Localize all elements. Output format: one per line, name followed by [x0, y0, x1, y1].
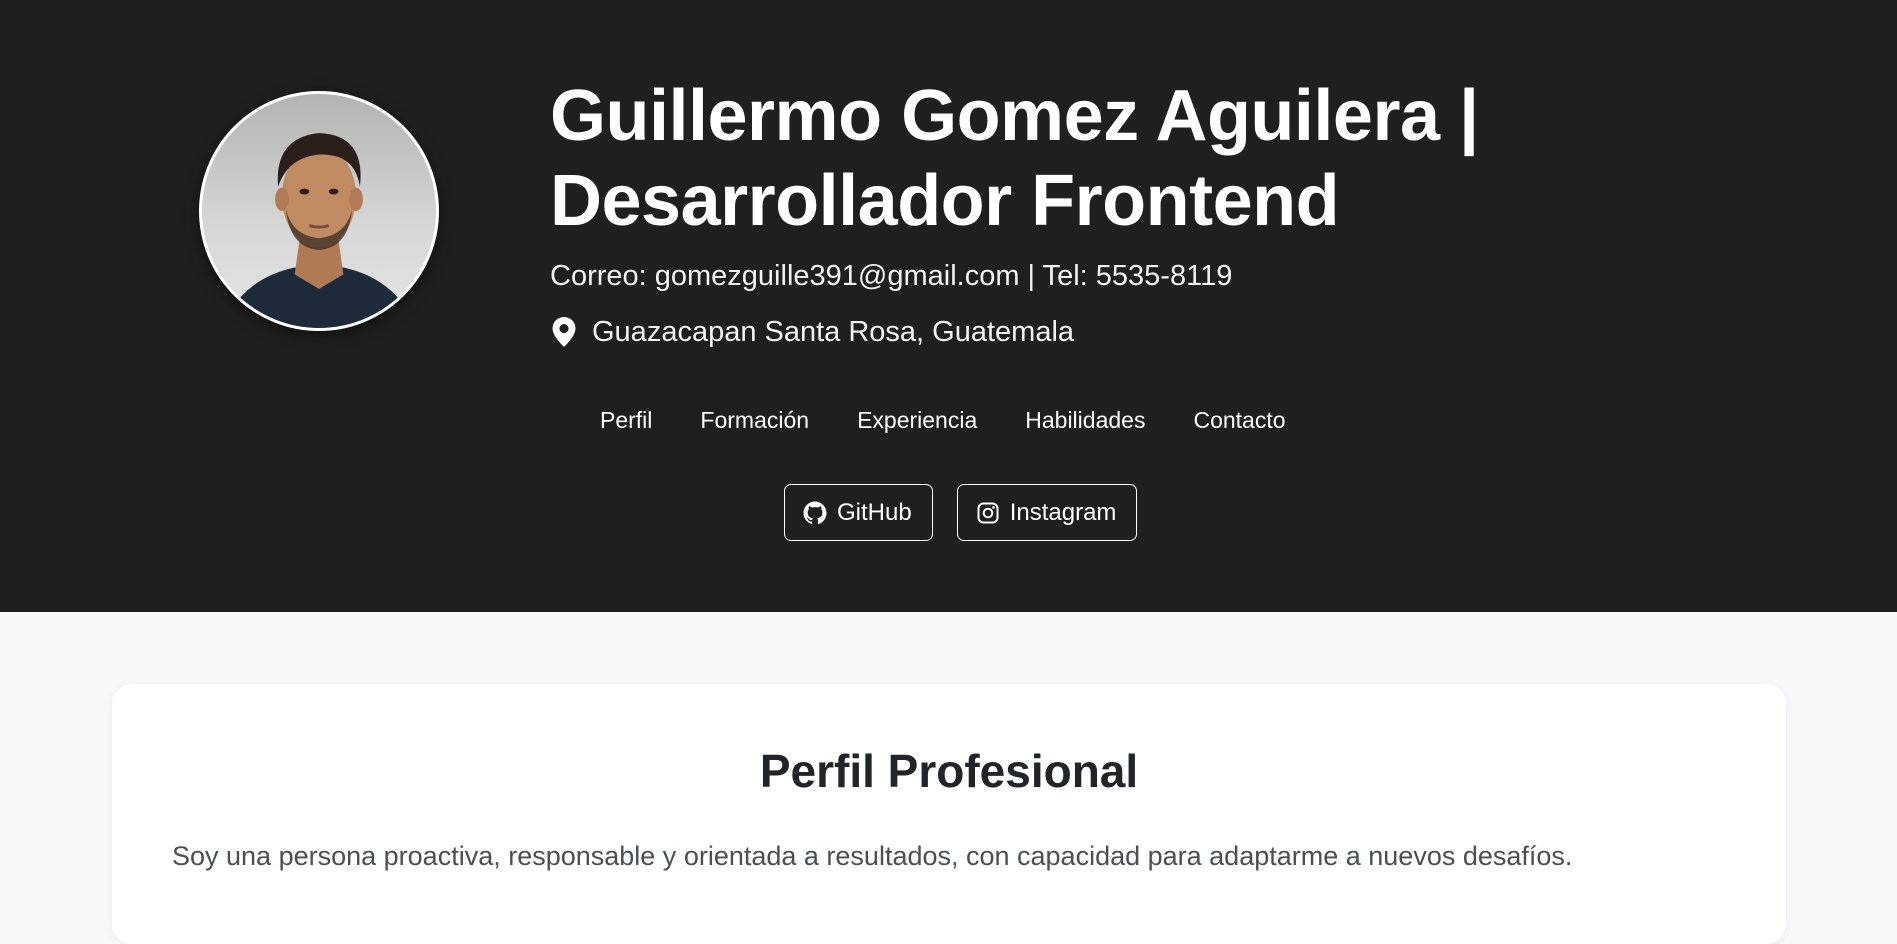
page-title: Guillermo Gomez Aguilera | Desarrollador… — [550, 74, 1700, 244]
nav-item-habilidades[interactable]: Habilidades — [1025, 407, 1145, 434]
github-icon — [803, 501, 827, 524]
nav-item-perfil[interactable]: Perfil — [600, 407, 652, 434]
contact-info: Correo: gomezguille391@gmail.com | Tel: … — [550, 260, 1233, 292]
hero-header: Guillermo Gomez Aguilera | Desarrollador… — [0, 0, 1897, 612]
github-button[interactable]: GitHub — [784, 484, 933, 541]
social-links: GitHub Instagram — [784, 484, 1138, 541]
section-title: Perfil Profesional — [759, 745, 1139, 797]
instagram-icon — [977, 502, 999, 523]
instagram-button[interactable]: Instagram — [956, 484, 1138, 541]
location-info: Guazacapan Santa Rosa, Guatemala — [550, 312, 1074, 352]
github-label: GitHub — [837, 498, 912, 526]
map-pin-icon — [552, 317, 576, 347]
nav-item-formacion[interactable]: Formación — [700, 407, 809, 434]
profile-photo — [199, 91, 439, 331]
section-text: Soy una persona proactiva, responsable y… — [172, 841, 1573, 871]
nav-item-contacto[interactable]: Contacto — [1193, 407, 1285, 434]
nav-item-experiencia[interactable]: Experiencia — [857, 407, 977, 434]
main-nav: Perfil Formación Experiencia Habilidades… — [600, 400, 1286, 440]
profile-section-card: Perfil Profesional Soy una persona proac… — [112, 684, 1786, 944]
name-line-1: Guillermo Gomez Aguilera | — [550, 76, 1479, 156]
name-line-2: Desarrollador Frontend — [550, 161, 1340, 241]
location-text: Guazacapan Santa Rosa, Guatemala — [592, 315, 1075, 348]
profile-photo-illustration — [221, 133, 417, 328]
instagram-label: Instagram — [1009, 498, 1117, 526]
